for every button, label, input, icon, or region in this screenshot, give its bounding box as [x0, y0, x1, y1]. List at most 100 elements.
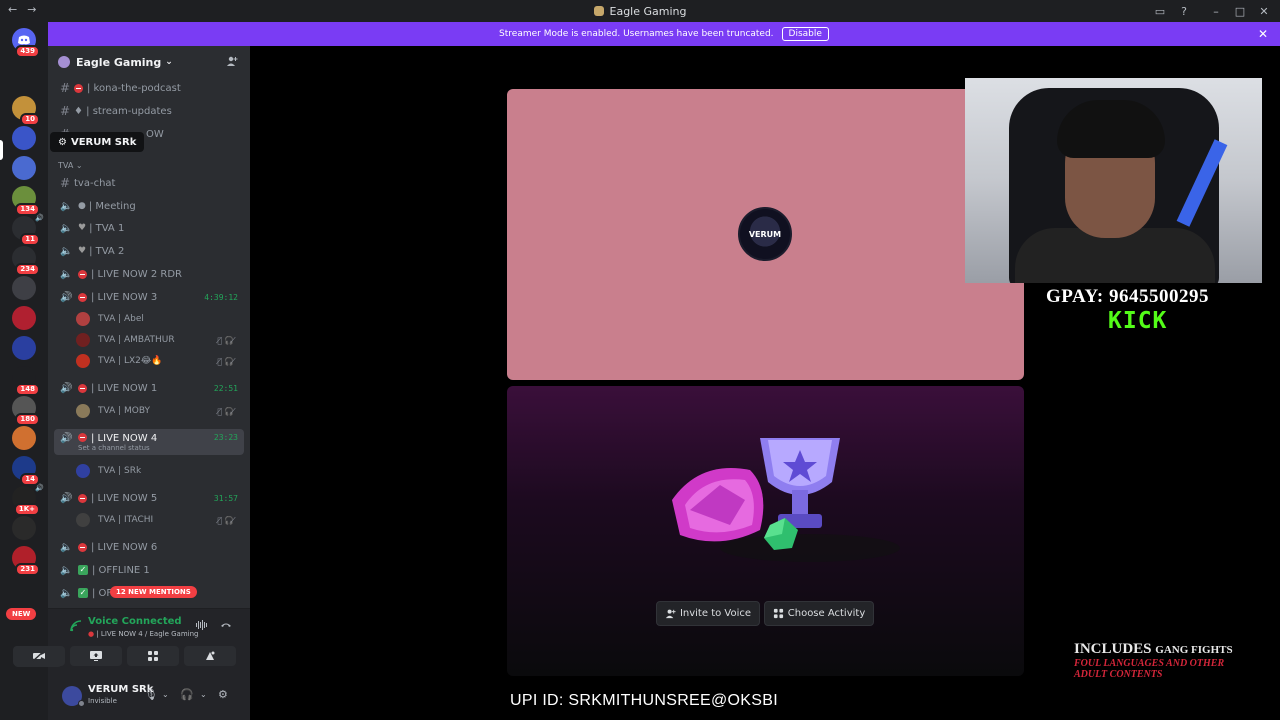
server-icon[interactable] — [12, 336, 36, 360]
chevron-down-icon: ⌄ — [165, 57, 173, 67]
channel-timer: 23:23 — [213, 433, 238, 442]
speaker-icon: 🔈 — [60, 222, 73, 234]
settings-gear-icon[interactable]: ⚙ — [218, 688, 228, 701]
channel-label: | LIVE NOW 6 — [91, 541, 158, 553]
speaker-icon: 🔈 — [60, 541, 73, 553]
voice-connected-title[interactable]: Voice Connected — [88, 616, 182, 627]
avatar — [76, 404, 90, 418]
speaker-icon: 🔈 — [60, 268, 73, 280]
close-banner-icon[interactable]: ✕ — [1258, 27, 1268, 41]
category-label: TVA — [58, 161, 74, 170]
server-icon[interactable]: 14 — [12, 456, 40, 486]
voice-channel-live-now-6[interactable]: 🔈 | LIVE NOW 6 — [54, 537, 244, 557]
server-icon[interactable]: 10 — [12, 96, 40, 126]
disable-streamer-mode-button[interactable]: Disable — [781, 27, 829, 41]
voice-channel-meeting[interactable]: 🔈 ● | Meeting — [54, 196, 244, 216]
bomb-icon: ● — [78, 201, 86, 211]
hash-icon: # — [60, 104, 71, 118]
category-tva[interactable]: TVA ⌄ — [58, 161, 83, 170]
heart-icon: ♥ — [78, 223, 87, 233]
voice-channel-tva1[interactable]: 🔈 ♥ | TVA 1 — [54, 218, 244, 238]
voice-user[interactable]: TVA | SRk — [76, 462, 244, 480]
channel-stream-updates[interactable]: # ♦ | stream-updates — [54, 101, 244, 121]
minimize-button[interactable]: – — [1204, 2, 1228, 20]
speaker-icon: 🔈 — [60, 587, 73, 599]
server-icon[interactable] — [12, 516, 36, 540]
voice-channel-live-now-3[interactable]: 🔊 | LIVE NOW 3 4:39:12 — [54, 287, 244, 307]
soundboard-button[interactable] — [184, 646, 236, 666]
server-icon[interactable]: 134 — [12, 186, 40, 216]
check-mark-icon: ✓ — [78, 565, 88, 575]
help-icon[interactable]: ? — [1172, 2, 1196, 20]
avatar — [76, 354, 90, 368]
voice-channel-tva2[interactable]: 🔈 ♥ | TVA 2 — [54, 241, 244, 261]
noise-suppression-icon[interactable] — [196, 620, 208, 633]
mic-options-chevron-icon[interactable]: ⌄ — [162, 690, 169, 699]
voice-channel-live-now-4[interactable]: 🔊 | LIVE NOW 4 23:23 Set a channel statu… — [54, 429, 244, 455]
maximize-button[interactable]: □ — [1228, 2, 1252, 20]
close-window-button[interactable]: ✕ — [1252, 2, 1276, 20]
hash-icon: # — [60, 81, 71, 95]
server-glyph-icon: ⚙ — [58, 136, 67, 148]
channel-status-prompt[interactable]: Set a channel status — [78, 444, 150, 452]
user-panel: VERUM SRk Invisible 🎙 ⌄ 🎧 ⌄ ⚙ — [48, 680, 250, 720]
new-unreads-pill[interactable]: NEW — [6, 608, 37, 620]
voice-connected-subtitle[interactable]: ● | LIVE NOW 4 / Eagle Gaming — [88, 630, 198, 638]
soundboard-icon — [206, 651, 215, 660]
server-icon[interactable] — [12, 426, 36, 450]
speaker-active-icon: 🔊 — [60, 433, 73, 444]
voice-user[interactable]: TVA | AMBATHUR 🎙̸🎧̸ — [76, 331, 244, 349]
server-icon[interactable]: 180 — [12, 396, 40, 426]
server-icon[interactable]: 11 🔊 — [12, 214, 44, 246]
inbox-icon[interactable]: ▭ — [1148, 2, 1172, 20]
home-badge: 439 — [15, 45, 40, 58]
server-icon — [593, 6, 604, 16]
red-circle-icon — [74, 83, 83, 93]
disconnect-icon[interactable] — [220, 620, 232, 633]
activities-button[interactable] — [127, 646, 179, 666]
invite-people-icon[interactable] — [226, 55, 238, 70]
avatar — [76, 464, 90, 478]
voice-channel-offline-1[interactable]: 🔈 ✓ | OFFLINE 1 — [54, 560, 244, 580]
voice-user[interactable]: TVA | Abel — [76, 310, 244, 328]
channel-tva-chat[interactable]: # tva-chat — [54, 173, 244, 193]
voice-user-name: TVA | Abel — [98, 314, 144, 324]
server-icon[interactable] — [12, 276, 36, 300]
server-icon[interactable]: 148 — [12, 366, 40, 396]
channel-timer: 4:39:12 — [204, 292, 238, 302]
voice-user[interactable]: TVA | LX2😂🔥 🎙̸🎧̸ — [76, 352, 244, 370]
voice-channel-live-now-1[interactable]: 🔊 | LIVE NOW 1 22:51 — [54, 378, 244, 398]
voice-channel-live-now-2-rdr[interactable]: 🔈 | LIVE NOW 2 RDR — [54, 264, 244, 284]
share-screen-button[interactable] — [70, 646, 122, 666]
server-icon[interactable]: 1K+ 🔊 — [12, 484, 44, 516]
headphones-icon[interactable]: 🎧 — [180, 688, 194, 701]
audio-options-chevron-icon[interactable]: ⌄ — [200, 690, 207, 699]
microphone-icon[interactable]: 🎙 — [144, 688, 158, 701]
channel-label: | Meeting — [88, 200, 136, 212]
home-button[interactable]: 439 — [12, 28, 40, 58]
avatar — [76, 333, 90, 347]
avatar — [76, 312, 90, 326]
server-badge: 1K+ — [13, 503, 40, 516]
voice-user[interactable]: TVA | ITACHI 🎙̸🎧̸ — [76, 511, 244, 529]
channel-kona-the-podcast[interactable]: # | kona-the-podcast — [54, 78, 244, 98]
voice-user-name: TVA | MOBY — [98, 406, 151, 416]
choose-activity-button[interactable]: Choose Activity — [764, 601, 874, 626]
channel-label: | OFFLINE 1 — [92, 564, 150, 576]
server-icon[interactable]: 234 — [12, 246, 40, 276]
camera-off-button[interactable] — [13, 646, 65, 666]
participant-tile[interactable]: VERUM — [507, 89, 1024, 380]
no-entry-icon — [78, 433, 87, 442]
server-icon[interactable] — [12, 156, 36, 180]
server-icon[interactable]: 231 — [12, 546, 40, 576]
channel-label: OW — [146, 128, 164, 140]
speaker-icon: 🔊 — [35, 484, 44, 492]
voice-channel-live-now-5[interactable]: 🔊 | LIVE NOW 5 31:57 — [54, 488, 244, 508]
invite-to-voice-button[interactable]: Invite to Voice — [656, 601, 760, 626]
speaker-active-icon: 🔊 — [60, 492, 73, 504]
new-mentions-pill[interactable]: 12 NEW MENTIONS — [110, 586, 197, 598]
server-icon[interactable] — [12, 126, 36, 150]
voice-user[interactable]: TVA | MOBY 🎙̸🎧̸ — [76, 402, 244, 420]
server-header[interactable]: Eagle Gaming ⌄ — [48, 46, 250, 78]
server-icon[interactable] — [12, 306, 36, 330]
